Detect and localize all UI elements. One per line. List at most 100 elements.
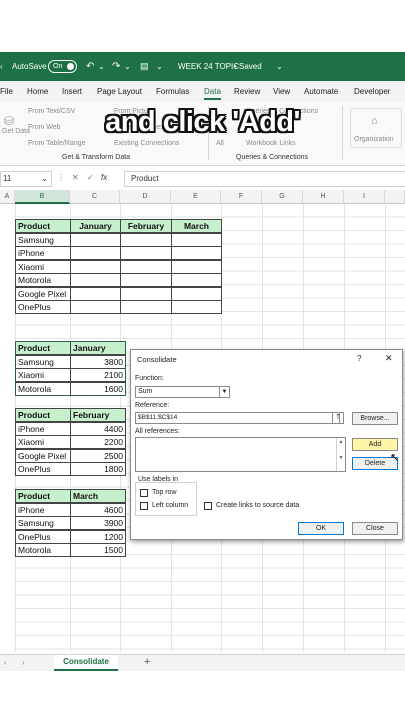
redo-dropdown-icon[interactable]: ⌄ bbox=[124, 52, 131, 81]
prev-sheet-icon[interactable]: ‹ bbox=[4, 658, 7, 667]
table-cell[interactable] bbox=[70, 273, 121, 287]
close-button[interactable]: Close bbox=[352, 522, 398, 535]
column-header-i[interactable]: I bbox=[344, 190, 385, 204]
table-cell[interactable] bbox=[120, 260, 172, 274]
table-cell[interactable] bbox=[171, 300, 222, 314]
table-cell[interactable] bbox=[120, 273, 172, 287]
existing-connections-button[interactable]: Existing Connections bbox=[114, 140, 179, 147]
table-header-cell[interactable]: March bbox=[70, 489, 126, 503]
table-cell[interactable]: 1500 bbox=[70, 543, 126, 557]
table-cell[interactable]: Samsung bbox=[15, 355, 71, 369]
add-sheet-icon[interactable]: + bbox=[144, 656, 150, 668]
table-cell[interactable] bbox=[171, 246, 222, 260]
table-cell[interactable]: iPhone bbox=[15, 246, 71, 260]
table-header-cell[interactable]: February bbox=[70, 408, 126, 422]
table-header-cell[interactable]: March bbox=[171, 219, 222, 233]
save-icon[interactable]: ▤ bbox=[140, 52, 149, 81]
column-header-a[interactable]: A bbox=[0, 190, 15, 204]
table-cell[interactable]: OnePlus bbox=[15, 300, 71, 314]
tab-data[interactable]: Data bbox=[204, 87, 221, 100]
tab-page-layout[interactable]: Page Layout bbox=[97, 87, 142, 96]
ok-button[interactable]: OK bbox=[298, 522, 344, 535]
table-cell[interactable] bbox=[120, 287, 172, 301]
table-cell[interactable]: 1600 bbox=[70, 382, 126, 396]
title-chevron-icon[interactable]: ⌄ bbox=[276, 52, 283, 81]
table-cell[interactable]: Google Pixel bbox=[15, 287, 71, 301]
tab-file[interactable]: File bbox=[0, 87, 13, 96]
table-cell[interactable]: OnePlus bbox=[15, 462, 71, 476]
add-button[interactable]: Add bbox=[352, 438, 398, 451]
table-cell[interactable]: 2200 bbox=[70, 435, 126, 449]
reference-input[interactable]: $B$11:$C$14 bbox=[135, 412, 340, 424]
table-cell[interactable] bbox=[70, 300, 121, 314]
create-links-checkbox[interactable] bbox=[204, 502, 212, 510]
formula-input[interactable]: Product bbox=[124, 171, 405, 187]
close-icon[interactable]: ✕ bbox=[72, 173, 79, 182]
table-cell[interactable] bbox=[171, 273, 222, 287]
table-cell[interactable]: 3900 bbox=[70, 516, 126, 530]
table-cell[interactable] bbox=[70, 246, 121, 260]
table-cell[interactable]: Samsung bbox=[15, 233, 71, 247]
document-title[interactable]: WEEK 24 TOPIC bbox=[178, 52, 239, 81]
table-cell[interactable]: OnePlus bbox=[15, 530, 71, 544]
table-cell[interactable]: Xiaomi bbox=[15, 368, 71, 382]
function-select[interactable]: Sum ▼ bbox=[135, 386, 230, 398]
table-cell[interactable]: 3800 bbox=[70, 355, 126, 369]
tab-insert[interactable]: Insert bbox=[62, 87, 82, 96]
check-icon[interactable]: ✓ bbox=[87, 173, 94, 182]
table-cell[interactable]: Xiaomi bbox=[15, 435, 71, 449]
table-cell[interactable]: iPhone bbox=[15, 422, 71, 436]
table-cell[interactable]: 2500 bbox=[70, 449, 126, 463]
table-cell[interactable]: 2100 bbox=[70, 368, 126, 382]
refresh-all-button[interactable]: All bbox=[216, 140, 224, 147]
table-cell[interactable]: Xiaomi bbox=[15, 260, 71, 274]
list-scrollbar[interactable]: ▲ ▼ bbox=[336, 438, 345, 471]
tab-review[interactable]: Review bbox=[234, 87, 260, 96]
more-options-icon[interactable]: ⋮ bbox=[57, 173, 65, 182]
table-cell[interactable]: iPhone bbox=[15, 503, 71, 517]
table-cell[interactable]: Motorola bbox=[15, 273, 71, 287]
table-header-cell[interactable]: January bbox=[70, 341, 126, 355]
fx-icon[interactable]: fx bbox=[101, 173, 107, 182]
table-cell[interactable] bbox=[171, 260, 222, 274]
left-column-checkbox[interactable] bbox=[140, 502, 148, 510]
close-icon[interactable]: ✕ bbox=[385, 353, 393, 364]
table-header-cell[interactable]: February bbox=[120, 219, 172, 233]
table-cell[interactable] bbox=[70, 233, 121, 247]
table-cell[interactable] bbox=[120, 233, 172, 247]
column-header-e[interactable]: E bbox=[171, 190, 221, 204]
table-cell[interactable] bbox=[70, 287, 121, 301]
sheet-tab-consolidate[interactable]: Consolidate bbox=[54, 655, 118, 671]
table-header-cell[interactable]: Product bbox=[15, 408, 71, 422]
table-cell[interactable] bbox=[171, 287, 222, 301]
table-header-cell[interactable]: Product bbox=[15, 219, 71, 233]
all-references-list[interactable]: ▲ ▼ bbox=[135, 437, 346, 472]
column-header-b[interactable]: B bbox=[15, 190, 70, 204]
undo-dropdown-icon[interactable]: ⌄ bbox=[98, 52, 105, 81]
table-cell[interactable]: Samsung bbox=[15, 516, 71, 530]
table-header-cell[interactable]: Product bbox=[15, 489, 71, 503]
tab-automate[interactable]: Automate bbox=[304, 87, 338, 96]
table-cell[interactable] bbox=[120, 300, 172, 314]
collapse-dialog-icon[interactable]: ⭡ bbox=[332, 412, 344, 424]
table-cell[interactable]: 4400 bbox=[70, 422, 126, 436]
table-cell[interactable] bbox=[120, 246, 172, 260]
table-cell[interactable] bbox=[171, 233, 222, 247]
from-table-range-button[interactable]: From Table/Range bbox=[28, 140, 85, 147]
table-cell[interactable]: Motorola bbox=[15, 543, 71, 557]
table-header-cell[interactable]: January bbox=[70, 219, 121, 233]
table-cell[interactable] bbox=[70, 260, 121, 274]
table-cell[interactable]: 1800 bbox=[70, 462, 126, 476]
tab-developer[interactable]: Developer bbox=[354, 87, 390, 96]
customize-icon[interactable]: ⌄ bbox=[156, 52, 163, 81]
table-header-cell[interactable]: Product bbox=[15, 341, 71, 355]
name-box[interactable]: 11 ⌄ bbox=[0, 171, 52, 187]
undo-icon[interactable]: ↶ bbox=[86, 52, 94, 81]
help-icon[interactable]: ? bbox=[357, 354, 361, 363]
autosave-toggle[interactable]: On bbox=[48, 60, 77, 73]
tab-view[interactable]: View bbox=[273, 87, 290, 96]
column-header-f[interactable]: F bbox=[221, 190, 262, 204]
browse-button[interactable]: Browse... bbox=[352, 412, 398, 425]
workbook-links-button[interactable]: Workbook Links bbox=[246, 140, 296, 147]
tab-home[interactable]: Home bbox=[27, 87, 48, 96]
